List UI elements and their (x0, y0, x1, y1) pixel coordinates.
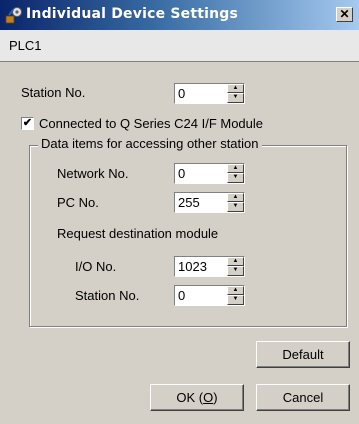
spin-down-arrow-icon[interactable]: ▼ (227, 202, 244, 212)
connected-q-series-label[interactable]: Connected to Q Series C24 I/F Module (39, 116, 263, 131)
io-no-value[interactable]: 1023 (178, 259, 207, 274)
request-destination-label: Request destination module (57, 226, 219, 241)
dest-station-no-value[interactable]: 0 (178, 288, 185, 303)
pc-no-spinner[interactable]: 255 ▲ ▼ (174, 192, 245, 213)
cancel-button[interactable]: Cancel (256, 384, 350, 411)
spin-down-arrow-icon[interactable]: ▼ (227, 295, 244, 305)
network-no-spinner[interactable]: 0 ▲ ▼ (174, 163, 245, 184)
pc-no-label: PC No. (57, 195, 99, 210)
spin-up-arrow-icon[interactable]: ▲ (227, 164, 244, 173)
device-header: PLC1 (0, 30, 359, 62)
spin-down-arrow-icon[interactable]: ▼ (227, 93, 244, 103)
dest-station-no-spinner[interactable]: 0 ▲ ▼ (174, 285, 245, 306)
device-name: PLC1 (9, 38, 42, 53)
ok-button-suffix: ) (213, 390, 218, 405)
app-settings-icon (5, 7, 22, 24)
close-icon: ✕ (339, 7, 350, 21)
spin-down-arrow-icon[interactable]: ▼ (227, 266, 244, 276)
spin-up-arrow-icon[interactable]: ▲ (227, 193, 244, 202)
spin-up-arrow-icon[interactable]: ▲ (227, 84, 244, 93)
checkmark-icon: ✔ (22, 117, 33, 129)
io-no-label: I/O No. (75, 259, 117, 274)
network-no-label: Network No. (57, 166, 129, 181)
close-button[interactable]: ✕ (336, 7, 353, 22)
ok-button-accelerator: O (203, 390, 214, 405)
title-bar[interactable]: Individual Device Settings ✕ (0, 0, 359, 30)
individual-device-settings-dialog: Individual Device Settings ✕ PLC1 Statio… (0, 0, 359, 424)
pc-no-value[interactable]: 255 (178, 195, 200, 210)
default-button[interactable]: Default (256, 341, 350, 368)
spin-up-arrow-icon[interactable]: ▲ (227, 286, 244, 295)
station-no-label: Station No. (21, 85, 86, 100)
network-no-value[interactable]: 0 (178, 166, 185, 181)
groupbox-title: Data items for accessing other station (38, 136, 262, 151)
connected-q-series-checkbox[interactable]: ✔ (21, 117, 34, 130)
io-no-spinner[interactable]: 1023 ▲ ▼ (174, 256, 245, 277)
spin-down-arrow-icon[interactable]: ▼ (227, 173, 244, 183)
ok-button[interactable]: OK (O) (150, 384, 244, 411)
dest-station-no-label: Station No. (75, 288, 140, 303)
station-no-value[interactable]: 0 (178, 86, 185, 101)
spin-up-arrow-icon[interactable]: ▲ (227, 257, 244, 266)
window-title: Individual Device Settings (26, 6, 239, 22)
ok-button-prefix: OK ( (176, 390, 204, 405)
station-no-spinner[interactable]: 0 ▲ ▼ (174, 83, 245, 104)
